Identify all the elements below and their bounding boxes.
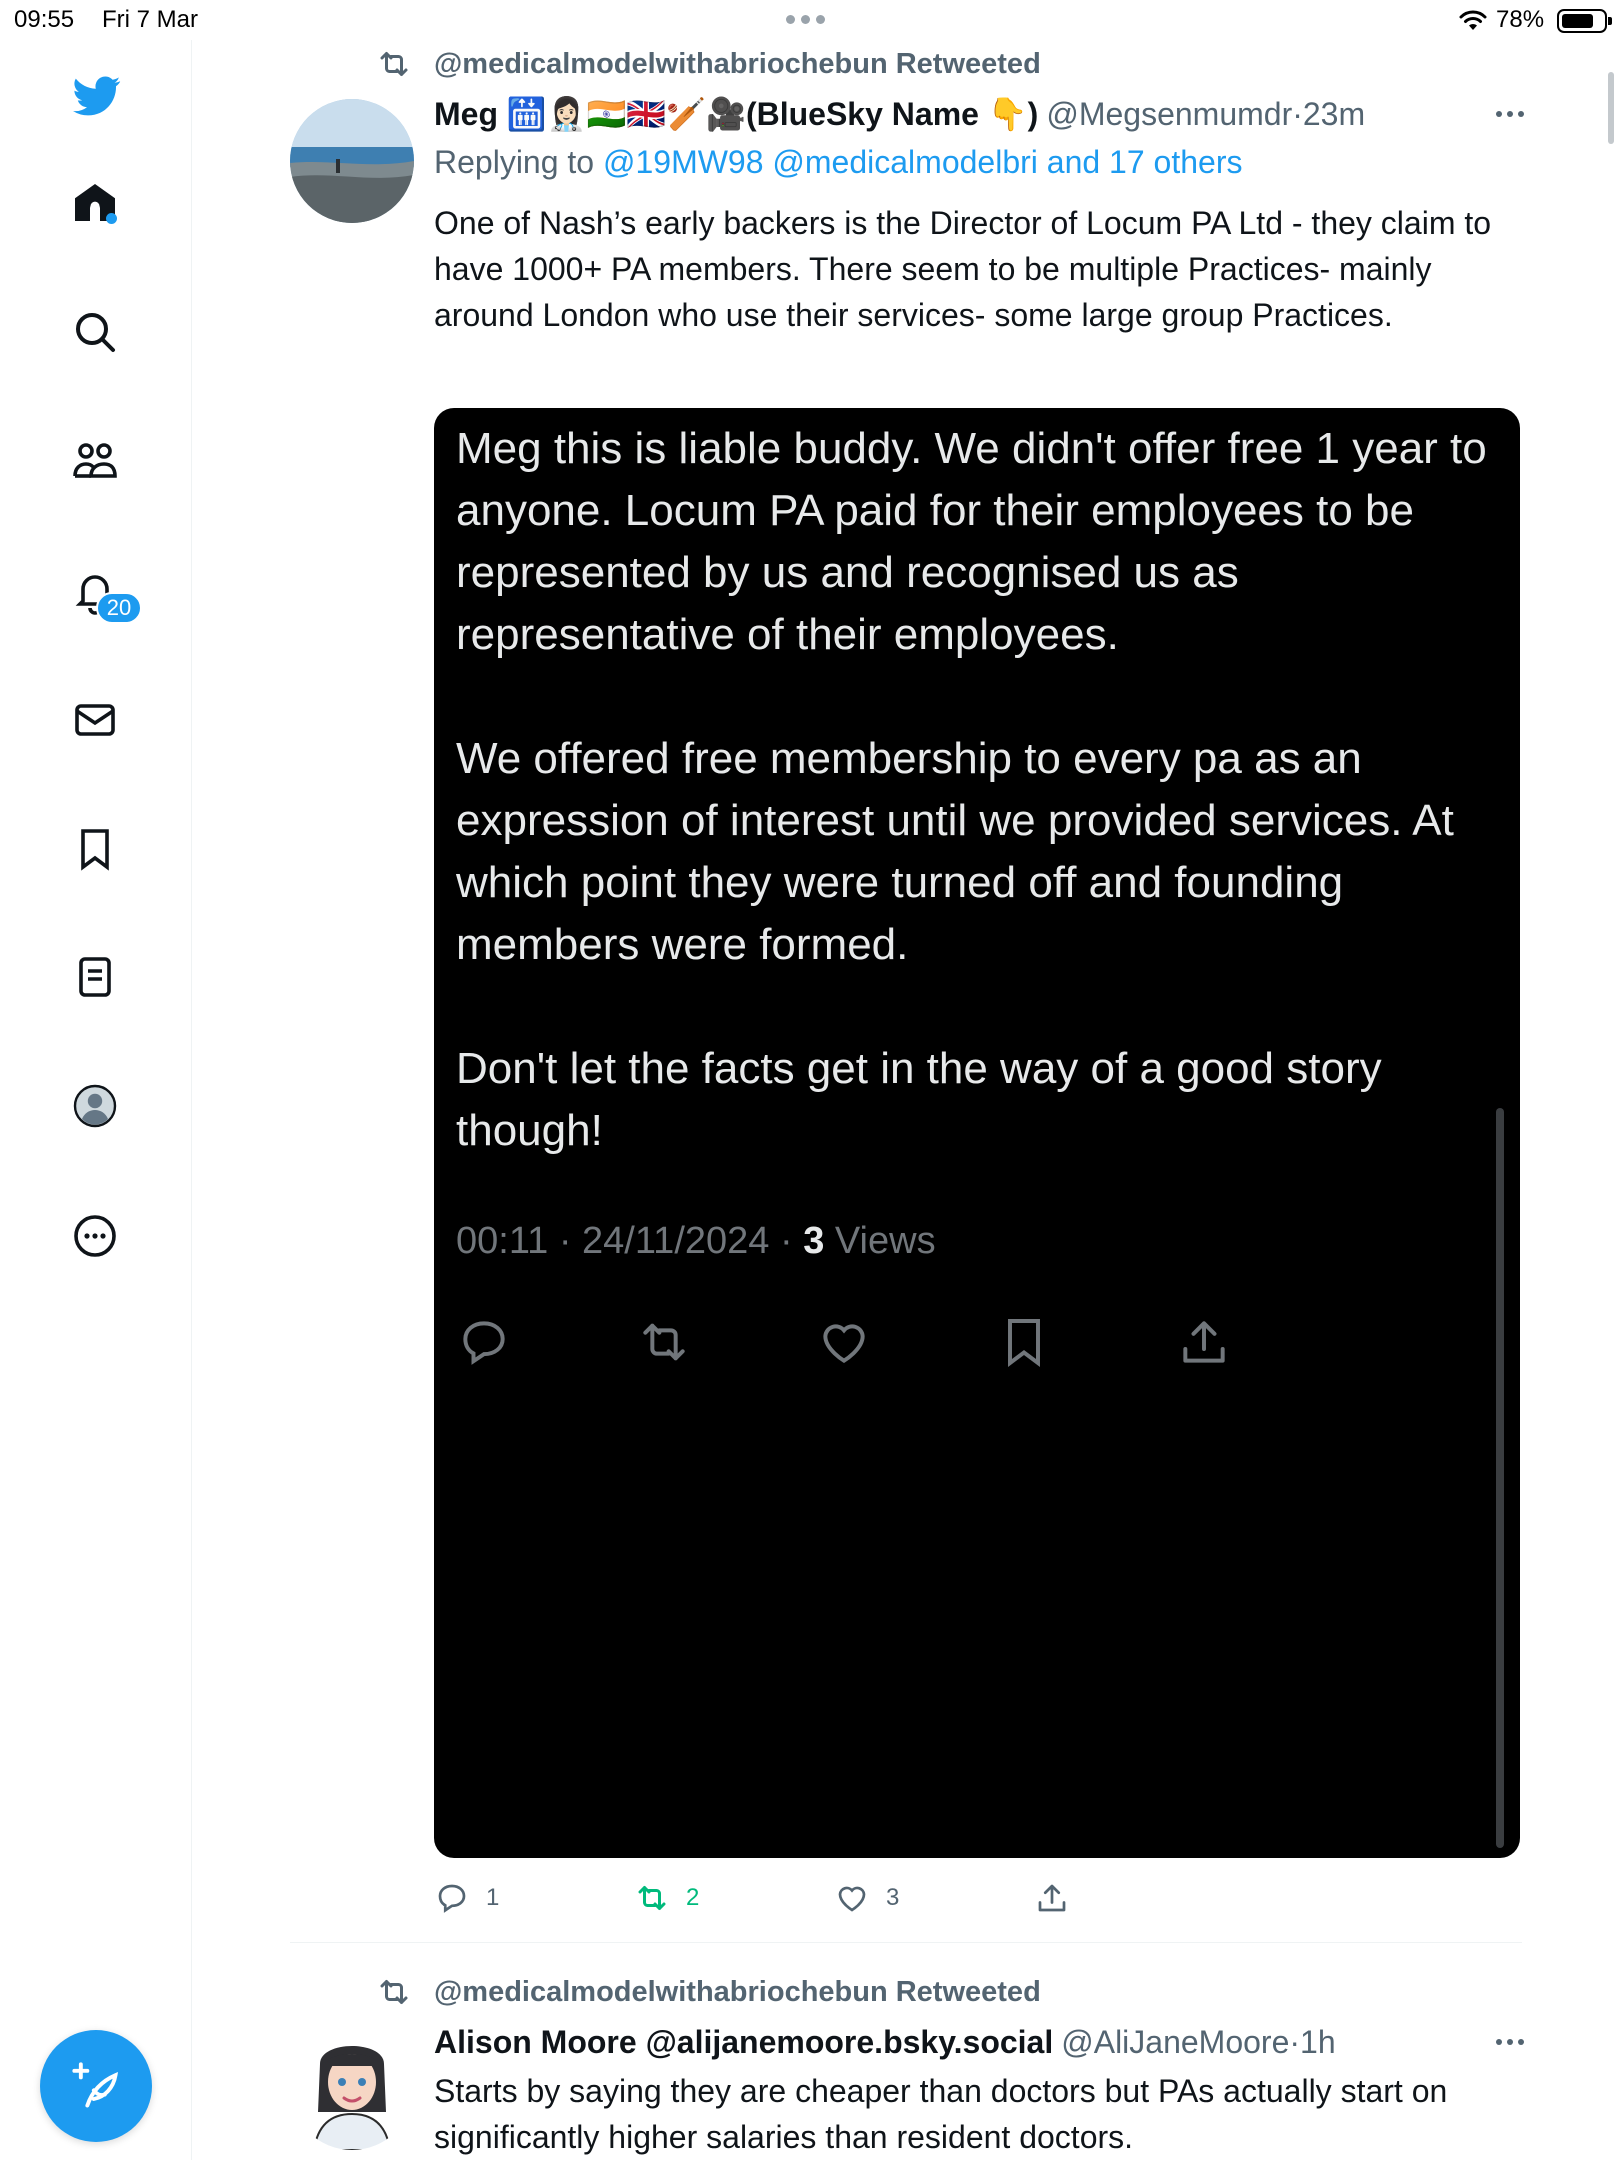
tweet-text: Starts by saying they are cheaper than d… xyxy=(434,2073,1448,2155)
share-icon xyxy=(1038,1884,1066,1912)
display-name[interactable]: Alison Moore @alijanemoore.bsky.social xyxy=(434,2024,1053,2061)
retweet-icon xyxy=(638,1886,666,1910)
share-button[interactable] xyxy=(1034,1878,1086,1918)
avatar[interactable] xyxy=(290,99,414,223)
tweet[interactable]: @medicalmodelwithabriochebun Retweeted M… xyxy=(290,44,1524,1924)
sidebar-item-communities[interactable] xyxy=(66,433,124,491)
user-handle[interactable]: @AliJaneMoore xyxy=(1061,2024,1289,2061)
retweet-context: @medicalmodelwithabriochebun Retweeted xyxy=(376,1974,1041,2010)
screenshot-scrollbar xyxy=(1496,1108,1504,1848)
bookmark-icon xyxy=(81,829,109,871)
lists-icon xyxy=(79,957,111,997)
replying-to: Replying to @19MW98 @medicalmodelbri and… xyxy=(434,144,1242,181)
tweet-actions: 1 2 3 xyxy=(434,1878,1134,1918)
notifications-badge: 20 xyxy=(96,592,142,624)
multitasking-dots-icon[interactable] xyxy=(786,15,825,24)
user-handle[interactable]: @Megsenmumdr xyxy=(1046,96,1292,133)
replying-links[interactable]: @19MW98 @medicalmodelbri and 17 others xyxy=(603,144,1242,180)
battery-icon xyxy=(1557,9,1612,33)
communities-icon xyxy=(73,443,117,478)
retweeted-by-label: @medicalmodelwithabriochebun Retweeted xyxy=(434,1975,1041,2008)
screenshot-text: Meg this is liable buddy. We didn't offe… xyxy=(456,424,1487,1155)
embedded-screenshot[interactable]: Meg this is liable buddy. We didn't offe… xyxy=(434,408,1520,1858)
retweet-button[interactable]: 2 xyxy=(634,1878,699,1918)
replying-prefix: Replying to xyxy=(434,144,595,180)
sidebar-item-profile[interactable] xyxy=(66,1077,124,1135)
header-separator: · xyxy=(1292,95,1303,132)
status-bar: 09:55 Fri 7 Mar 78% xyxy=(0,0,1620,40)
retweet-icon xyxy=(380,52,408,76)
retweet-count: 2 xyxy=(686,1884,700,1911)
status-date: Fri 7 Mar xyxy=(102,6,198,33)
search-icon xyxy=(76,313,115,352)
screenshot-timestamp: 00:11 · 24/11/2024 · xyxy=(456,1220,804,1262)
cartoon-woman-avatar xyxy=(290,2026,414,2150)
screenshot-share-icon xyxy=(1176,1314,1232,1370)
tweet[interactable]: @medicalmodelwithabriochebun Retweeted A… xyxy=(290,1972,1524,2160)
heart-icon xyxy=(838,1886,866,1912)
sidebar-item-home[interactable] xyxy=(66,174,124,232)
status-time: 09:55 xyxy=(14,6,75,33)
battery-percent: 78% xyxy=(1496,6,1545,33)
tweet-header: Meg 🛗👩🏻‍⚕️🇮🇳🇬🇧🏏🎥(BlueSky Name 👇) @Megsen… xyxy=(434,94,1365,134)
screenshot-bookmark-icon xyxy=(996,1314,1052,1370)
sidebar: 20 xyxy=(0,40,192,2160)
sidebar-item-bookmarks[interactable] xyxy=(66,820,124,878)
screenshot-actions xyxy=(456,1314,1496,1374)
twitter-logo-icon[interactable] xyxy=(68,67,126,125)
reply-button[interactable]: 1 xyxy=(434,1878,499,1918)
retweeted-by-label: @medicalmodelwithabriochebun Retweeted xyxy=(434,47,1041,80)
sidebar-item-more[interactable] xyxy=(66,1207,124,1265)
display-name[interactable]: Meg 🛗👩🏻‍⚕️🇮🇳🇬🇧🏏🎥(BlueSky Name 👇) xyxy=(434,95,1038,133)
header-separator: · xyxy=(1289,2023,1301,2060)
screenshot-retweet-icon xyxy=(636,1314,692,1370)
screenshot-heart-icon xyxy=(816,1314,872,1370)
sidebar-item-explore[interactable] xyxy=(66,303,124,361)
envelope-icon xyxy=(75,704,115,736)
tweet-text: One of Nash’s early backers is the Direc… xyxy=(434,205,1492,333)
avatar[interactable] xyxy=(290,2026,414,2150)
retweet-icon xyxy=(380,1980,408,2004)
profile-avatar-icon xyxy=(73,1084,117,1128)
tweet-header: Alison Moore @alijanemoore.bsky.social @… xyxy=(434,2022,1336,2062)
home-unread-dot xyxy=(106,213,117,224)
screenshot-reply-icon xyxy=(456,1314,512,1370)
reply-count: 1 xyxy=(486,1884,500,1911)
sidebar-item-lists[interactable] xyxy=(66,948,124,1006)
reply-icon xyxy=(438,1884,466,1913)
retweet-context: @medicalmodelwithabriochebun Retweeted xyxy=(376,46,1041,82)
more-options-icon[interactable] xyxy=(1490,94,1530,134)
tweet-time[interactable]: 1h xyxy=(1300,2024,1336,2061)
more-options-icon[interactable] xyxy=(1490,2022,1530,2062)
like-count: 3 xyxy=(886,1884,900,1911)
beach-photo-avatar xyxy=(290,99,414,223)
screenshot-views-label: Views xyxy=(824,1220,936,1262)
screenshot-views-count: 3 xyxy=(803,1220,825,1262)
feather-plus-icon xyxy=(72,2062,119,2108)
like-button[interactable]: 3 xyxy=(834,1878,899,1918)
tweet-divider xyxy=(290,1942,1522,1943)
compose-tweet-button[interactable] xyxy=(40,2030,152,2142)
screenshot-meta: 00:11 · 24/11/2024 · 3 Views xyxy=(456,1220,936,1263)
tweet-time[interactable]: 23m xyxy=(1303,96,1365,133)
more-circle-icon xyxy=(74,1215,116,1257)
timeline-scrollbar[interactable] xyxy=(1608,72,1614,144)
sidebar-item-messages[interactable] xyxy=(66,691,124,749)
wifi-icon xyxy=(1459,10,1487,30)
